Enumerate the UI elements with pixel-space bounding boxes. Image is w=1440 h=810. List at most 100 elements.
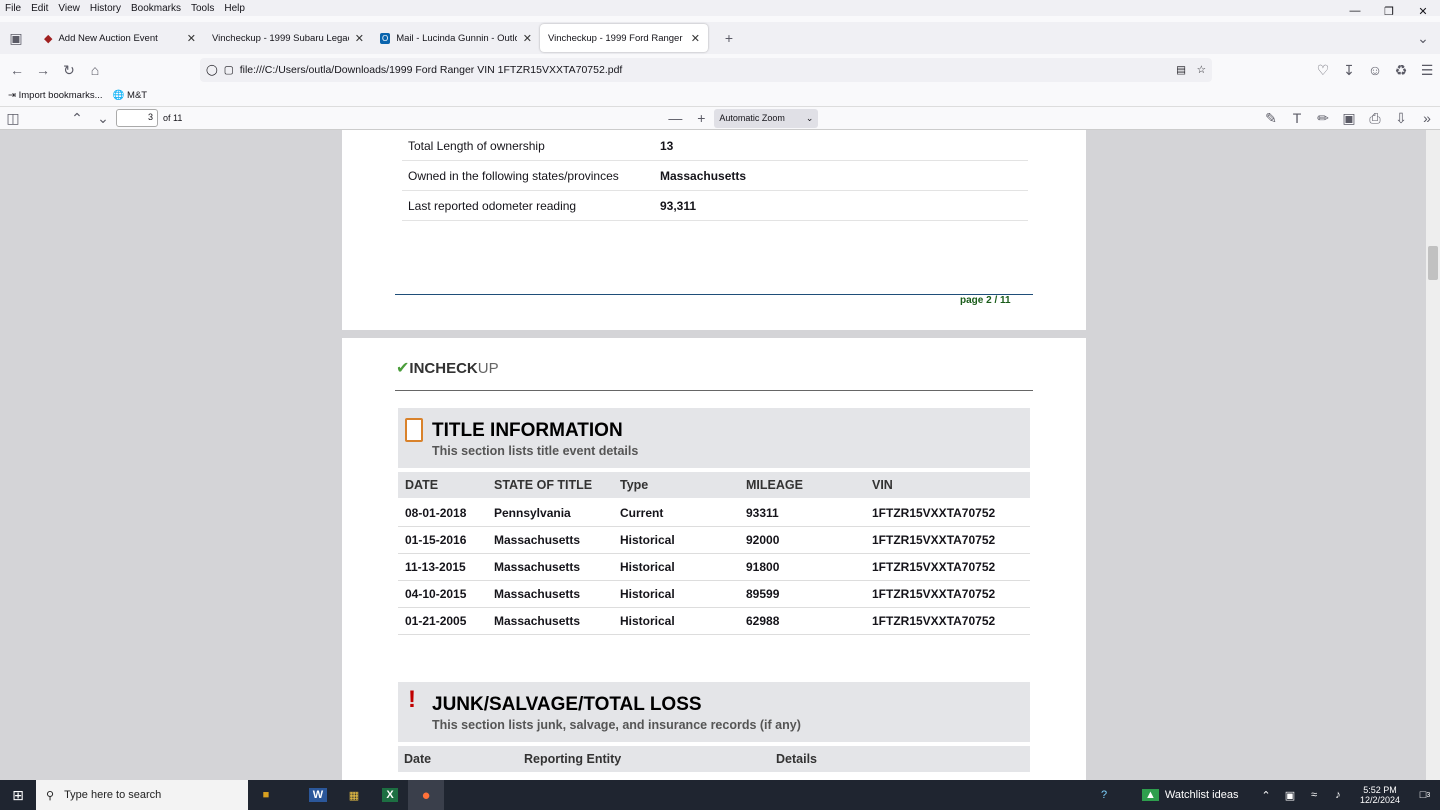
word-icon[interactable]: W bbox=[300, 780, 336, 810]
menu-help[interactable]: Help bbox=[219, 3, 250, 14]
ownership-label: Total Length of ownership bbox=[408, 138, 545, 153]
page-icon: ▢ bbox=[223, 64, 234, 76]
network-icon[interactable]: ▣ bbox=[1278, 780, 1302, 810]
cell-mileage: 62988 bbox=[746, 614, 780, 628]
zoom-out-icon[interactable]: — bbox=[662, 105, 688, 131]
document-icon bbox=[405, 418, 423, 442]
windows-start-icon[interactable]: ⊞ bbox=[0, 780, 36, 810]
menu-bookmarks[interactable]: Bookmarks bbox=[126, 3, 186, 14]
watchlist-widget[interactable]: ▲ Watchlist ideas bbox=[1142, 789, 1254, 801]
cell-mileage: 89599 bbox=[746, 587, 780, 601]
briefcase-icon[interactable]: ■ bbox=[248, 780, 284, 810]
extensions-icon[interactable]: ♻ bbox=[1388, 57, 1414, 83]
menu-tools[interactable]: Tools bbox=[186, 3, 219, 14]
tab-bar: ▣ ◆ Add New Auction Event ✕ Vincheckup -… bbox=[0, 22, 1440, 54]
close-window-icon[interactable]: ✕ bbox=[1406, 0, 1440, 22]
tab-mail[interactable]: O Mail - Lucinda Gunnin - Outlo ✕ bbox=[372, 24, 540, 52]
reader-view-icon[interactable]: ▤ bbox=[1176, 64, 1186, 76]
cell-type: Historical bbox=[620, 587, 675, 601]
menu-history[interactable]: History bbox=[85, 3, 126, 14]
back-icon[interactable]: ← bbox=[4, 57, 30, 83]
notification-count: 3 bbox=[1426, 791, 1431, 799]
table-row: 04-10-2015 Massachusetts Historical 8959… bbox=[398, 581, 1030, 608]
tag-icon: ◆ bbox=[44, 32, 53, 45]
tab-list-icon[interactable]: ▣ bbox=[2, 25, 30, 51]
bookmark-mt[interactable]: 🌐 M&T bbox=[113, 90, 148, 101]
ownership-label: Last reported odometer reading bbox=[408, 198, 577, 213]
cell-vin: 1FTZR15VXXTA70752 bbox=[872, 614, 996, 628]
nav-bar: ← → ↻ ⌂ ◯ ▢ file:///C:/Users/outla/Downl… bbox=[0, 56, 1440, 84]
tab-auction[interactable]: ◆ Add New Auction Event ✕ bbox=[36, 24, 204, 52]
excel-icon[interactable]: X bbox=[372, 780, 408, 810]
system-tray: ? ▲ Watchlist ideas ⌃ ▣ ≈ ♪ 5:52 PM 12/2… bbox=[1086, 780, 1440, 810]
minimize-icon[interactable]: — bbox=[1338, 0, 1372, 22]
cell-date: 04-10-2015 bbox=[405, 587, 467, 601]
draw-icon[interactable]: ✏ bbox=[1310, 105, 1336, 131]
section-title: TITLE INFORMATION bbox=[432, 420, 623, 441]
close-tab-icon[interactable]: ✕ bbox=[355, 32, 364, 45]
pocket-icon[interactable]: ♡ bbox=[1310, 57, 1336, 83]
check-logo-icon: ✔ bbox=[396, 360, 410, 377]
scrollbar-thumb[interactable] bbox=[1428, 246, 1438, 280]
file-explorer-icon[interactable]: ▦ bbox=[336, 780, 372, 810]
reload-icon[interactable]: ↻ bbox=[56, 57, 82, 83]
page-count: of 11 bbox=[163, 113, 183, 123]
title-table-header: DATE STATE OF TITLE Type MILEAGE VIN bbox=[398, 472, 1030, 498]
next-page-icon[interactable]: ⌄ bbox=[90, 105, 116, 131]
bookmark-import[interactable]: ⇥ Import bookmarks... bbox=[8, 90, 103, 101]
volume-icon[interactable]: ♪ bbox=[1326, 780, 1350, 810]
page-number-input[interactable]: 3 bbox=[116, 109, 158, 127]
tab-subaru[interactable]: Vincheckup - 1999 Subaru Legacy V ✕ bbox=[204, 24, 372, 52]
cell-date: 01-15-2016 bbox=[405, 533, 467, 547]
account-icon[interactable]: ☺ bbox=[1362, 57, 1388, 83]
cell-vin: 1FTZR15VXXTA70752 bbox=[872, 506, 996, 520]
menu-view[interactable]: View bbox=[53, 3, 85, 14]
wifi-icon[interactable]: ≈ bbox=[1302, 780, 1326, 810]
close-tab-icon[interactable]: ✕ bbox=[187, 32, 196, 45]
vertical-scrollbar[interactable] bbox=[1426, 130, 1440, 780]
more-tools-icon[interactable]: » bbox=[1414, 105, 1440, 131]
print-icon[interactable]: ⎙ bbox=[1362, 105, 1388, 131]
tab-ford[interactable]: Vincheckup - 1999 Ford Ranger VIN ✕ bbox=[540, 24, 708, 52]
sidebar-toggle-icon[interactable]: ◫ bbox=[0, 105, 26, 131]
prev-page-icon[interactable]: ⌃ bbox=[64, 105, 90, 131]
notification-icon[interactable]: □ 3 bbox=[1410, 780, 1440, 810]
pdf-viewer[interactable]: Total Length of ownership 13 Owned in th… bbox=[0, 130, 1440, 780]
restore-icon[interactable]: ❐ bbox=[1372, 0, 1406, 22]
image-icon[interactable]: ▣ bbox=[1336, 105, 1362, 131]
cell-state: Massachusetts bbox=[494, 560, 581, 574]
chevron-down-icon[interactable]: ⌄ bbox=[1410, 25, 1436, 51]
url-bar[interactable]: ◯ ▢ file:///C:/Users/outla/Downloads/199… bbox=[200, 58, 1212, 82]
new-tab-icon[interactable]: + bbox=[716, 25, 742, 51]
forward-icon[interactable]: → bbox=[30, 57, 56, 83]
help-icon[interactable]: ? bbox=[1086, 780, 1122, 810]
save-icon[interactable]: ⇩ bbox=[1388, 105, 1414, 131]
column-header: MILEAGE bbox=[746, 478, 803, 492]
highlight-icon[interactable]: ✎ bbox=[1258, 105, 1284, 131]
zoom-in-icon[interactable]: + bbox=[688, 105, 714, 131]
taskbar: ⊞ ⚲ Type here to search ■ W ▦ X ● ? ▲ Wa… bbox=[0, 780, 1440, 810]
firefox-icon[interactable]: ● bbox=[408, 780, 444, 810]
home-icon[interactable]: ⌂ bbox=[82, 57, 108, 83]
chevron-up-icon[interactable]: ⌃ bbox=[1254, 780, 1278, 810]
ownership-value: Massachusetts bbox=[660, 168, 747, 183]
menu-edit[interactable]: Edit bbox=[26, 3, 53, 14]
bookmarks-bar: ⇥ Import bookmarks... 🌐 M&T bbox=[0, 86, 1440, 104]
table-row: 01-15-2016 Massachusetts Historical 9200… bbox=[398, 527, 1030, 554]
search-placeholder: Type here to search bbox=[64, 789, 162, 801]
download-icon[interactable]: ↧ bbox=[1336, 57, 1362, 83]
bookmark-star-icon[interactable]: ☆ bbox=[1197, 64, 1206, 76]
text-icon[interactable]: T bbox=[1284, 105, 1310, 131]
pdf-tools-right: ✎ T ✏ ▣ ⎙ ⇩ » bbox=[1258, 105, 1440, 131]
hamburger-menu-icon[interactable]: ☰ bbox=[1414, 57, 1440, 83]
clock-date: 12/2/2024 bbox=[1359, 795, 1401, 805]
pdf-toolbar: ◫ ⌃ ⌄ 3 of 11 — + Automatic Zoom ⌄ ✎ T ✏ … bbox=[0, 106, 1440, 130]
zoom-select[interactable]: Automatic Zoom ⌄ bbox=[714, 108, 819, 128]
close-tab-icon[interactable]: ✕ bbox=[523, 32, 532, 45]
column-header: Reporting Entity bbox=[524, 752, 622, 766]
taskbar-search[interactable]: ⚲ Type here to search bbox=[36, 780, 248, 810]
menu-file[interactable]: File bbox=[0, 3, 26, 14]
clock[interactable]: 5:52 PM 12/2/2024 bbox=[1350, 785, 1410, 805]
column-header: STATE OF TITLE bbox=[494, 478, 593, 492]
close-tab-icon[interactable]: ✕ bbox=[691, 32, 700, 45]
